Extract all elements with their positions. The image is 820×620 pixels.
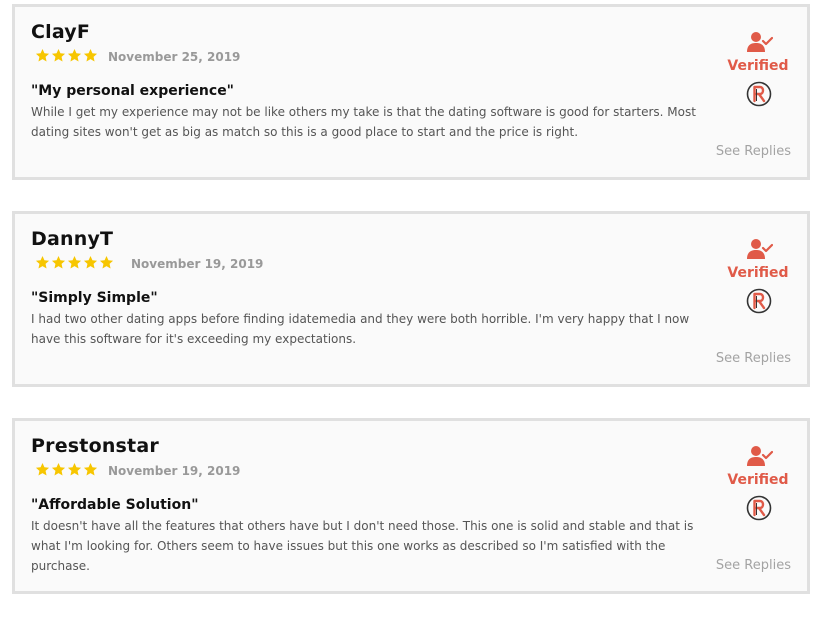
star-icon — [83, 255, 98, 269]
review-date: November 19, 2019 — [131, 257, 264, 271]
user-check-icon — [747, 239, 773, 259]
star-icon — [99, 255, 114, 269]
review-title: "Simply Simple" — [31, 290, 158, 306]
rating-stars — [35, 462, 98, 477]
rating-stars — [35, 255, 114, 270]
star-icon — [51, 255, 66, 269]
review-author: Prestonstar — [31, 435, 159, 457]
star-icon — [83, 462, 98, 476]
verified-badge: Verified — [725, 31, 791, 109]
star-icon — [35, 255, 50, 269]
verified-badge: Verified — [725, 445, 791, 523]
star-icon — [67, 48, 82, 62]
reviewer-badge-icon — [746, 288, 772, 314]
review-author: DannyT — [31, 228, 114, 250]
rating-stars — [35, 48, 98, 63]
star-icon — [67, 255, 82, 269]
review-body: While I get my experience may not be lik… — [31, 105, 696, 139]
review-card: Prestonstar November 19, 2019 "Affordabl… — [12, 418, 810, 594]
star-icon — [83, 48, 98, 62]
star-icon — [35, 48, 50, 62]
verified-label: Verified — [727, 265, 789, 281]
review-author: ClayF — [31, 21, 91, 43]
review-title: "Affordable Solution" — [31, 497, 199, 513]
verified-label: Verified — [727, 58, 789, 74]
reviewer-badge-icon — [746, 81, 772, 107]
star-icon — [67, 462, 82, 476]
review-date: November 25, 2019 — [108, 50, 241, 64]
star-icon — [51, 462, 66, 476]
review-card: DannyT November 19, 2019 "Simply Simple"… — [12, 211, 810, 387]
review-card: ClayF November 25, 2019 "My personal exp… — [12, 4, 810, 180]
star-icon — [51, 48, 66, 62]
see-replies-link[interactable]: See Replies — [716, 351, 791, 366]
review-date: November 19, 2019 — [108, 464, 241, 478]
review-body: It doesn't have all the features that ot… — [31, 519, 694, 573]
user-check-icon — [747, 446, 773, 466]
see-replies-link[interactable]: See Replies — [716, 144, 791, 159]
reviewer-badge-icon — [746, 495, 772, 521]
review-body: I had two other dating apps before findi… — [31, 312, 690, 346]
star-icon — [35, 462, 50, 476]
see-replies-link[interactable]: See Replies — [716, 558, 791, 573]
review-title: "My personal experience" — [31, 83, 234, 99]
verified-badge: Verified — [725, 238, 791, 316]
verified-label: Verified — [727, 472, 789, 488]
user-check-icon — [747, 32, 773, 52]
